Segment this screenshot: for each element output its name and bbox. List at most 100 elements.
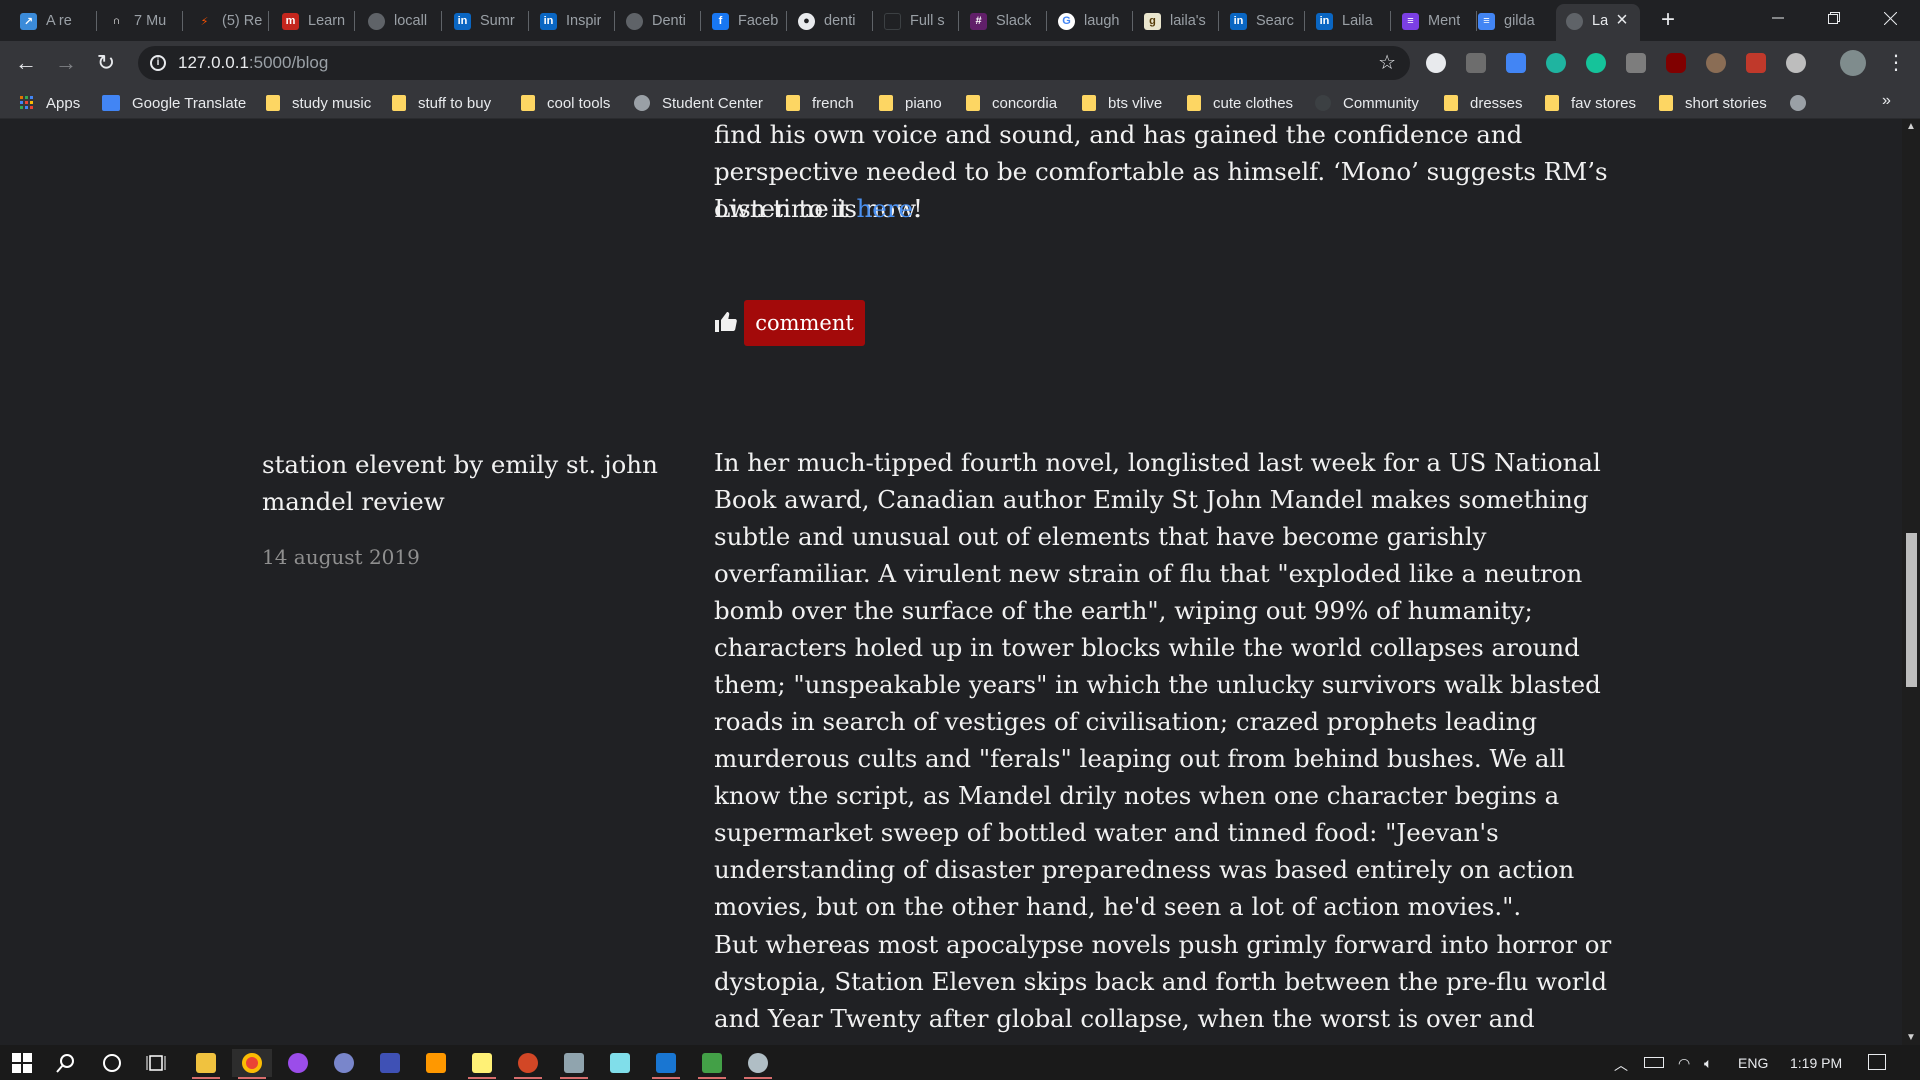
minimize-button[interactable] bbox=[1750, 0, 1806, 36]
ublock-icon[interactable] bbox=[1666, 53, 1686, 73]
extension-icon[interactable] bbox=[1426, 53, 1446, 73]
cortana-icon[interactable] bbox=[92, 1049, 132, 1077]
grammarly-icon[interactable] bbox=[1586, 53, 1606, 73]
avatar[interactable] bbox=[1840, 50, 1866, 76]
bookmark-folder-piano[interactable]: piano bbox=[879, 93, 942, 113]
wifi-icon[interactable]: ◠ bbox=[1678, 1055, 1690, 1072]
bookmark-community[interactable]: Community bbox=[1315, 93, 1419, 113]
sublime-text-icon[interactable] bbox=[416, 1049, 456, 1077]
scroll-up-icon[interactable]: ▲ bbox=[1906, 121, 1916, 132]
tab[interactable]: g laila's bbox=[1134, 8, 1214, 34]
battery-icon[interactable] bbox=[1644, 1057, 1664, 1068]
extension-icon[interactable] bbox=[1546, 53, 1566, 73]
bookmark-star-icon[interactable]: ☆ bbox=[1378, 50, 1396, 75]
books-icon[interactable] bbox=[370, 1049, 410, 1077]
post-paragraph: In her much-tipped fourth novel, longlis… bbox=[714, 448, 1601, 921]
bookmark-folder-fav-stores[interactable]: fav stores bbox=[1545, 93, 1636, 113]
network-app-icon[interactable] bbox=[554, 1049, 594, 1079]
app-icon[interactable] bbox=[600, 1049, 640, 1077]
app-icon[interactable] bbox=[324, 1049, 364, 1077]
tab[interactable]: f Faceb bbox=[702, 8, 782, 34]
extension-icon[interactable] bbox=[1746, 53, 1766, 73]
tab[interactable]: m Learn bbox=[272, 8, 352, 34]
tab[interactable]: # Slack bbox=[960, 8, 1042, 34]
notifications-icon[interactable] bbox=[1868, 1054, 1886, 1070]
post-title[interactable]: station elevent by emily st. john mandel… bbox=[262, 446, 682, 520]
forward-arrow-icon[interactable]: → bbox=[52, 49, 80, 77]
spreadsheet-icon[interactable] bbox=[692, 1049, 732, 1079]
file-explorer-icon[interactable] bbox=[186, 1049, 226, 1079]
close-tab-icon[interactable]: × bbox=[1612, 10, 1632, 30]
restore-button[interactable] bbox=[1806, 0, 1862, 36]
bookmark-folder-study-music[interactable]: study music bbox=[266, 93, 371, 113]
tab[interactable]: in Laila bbox=[1306, 8, 1386, 34]
extension-icon[interactable] bbox=[1466, 53, 1486, 73]
tab[interactable]: Glaugh bbox=[1048, 8, 1128, 34]
extension-icon[interactable] bbox=[1786, 53, 1806, 73]
tab[interactable]: ● denti bbox=[788, 8, 868, 34]
tab[interactable]: in Inspir bbox=[530, 8, 610, 34]
media-player-icon[interactable] bbox=[278, 1049, 318, 1077]
headphones-icon: ∩ bbox=[112, 15, 121, 27]
bookmark-folder-cool-tools[interactable]: cool tools bbox=[521, 93, 610, 113]
linkedin-icon: in bbox=[1230, 12, 1247, 30]
bookmark-folder-concordia[interactable]: concordia bbox=[966, 93, 1057, 113]
menu-dots-icon[interactable]: ⋮ bbox=[1886, 49, 1906, 77]
linkedin-icon: in bbox=[540, 12, 557, 30]
comment-button[interactable]: comment bbox=[744, 300, 865, 346]
sticky-notes-icon[interactable] bbox=[462, 1049, 502, 1079]
reload-icon[interactable]: ↻ bbox=[92, 49, 120, 77]
language-indicator[interactable]: ENG bbox=[1738, 1055, 1768, 1071]
tab[interactable]: ∩ 7 Mu bbox=[98, 8, 178, 34]
tab[interactable]: ↗ A re bbox=[10, 8, 90, 34]
tab[interactable]: in Searc bbox=[1220, 8, 1300, 34]
task-view-icon[interactable] bbox=[136, 1049, 176, 1077]
bookmarks-overflow-icon[interactable]: » bbox=[1882, 92, 1891, 110]
tab[interactable]: ⚡ (5) Re bbox=[186, 8, 266, 34]
bookmark-folder-short-stories[interactable]: short stories bbox=[1659, 93, 1767, 113]
folder-icon bbox=[966, 95, 980, 111]
listen-link[interactable]: here bbox=[856, 194, 913, 223]
gear-icon[interactable] bbox=[1706, 53, 1726, 73]
bookmark-folder-dresses[interactable]: dresses bbox=[1444, 93, 1523, 113]
new-tab-button[interactable]: + bbox=[1654, 6, 1682, 34]
windows-start-icon[interactable] bbox=[2, 1049, 42, 1077]
chevron-up-icon[interactable]: ︿ bbox=[1614, 1055, 1628, 1075]
clock[interactable]: 1:19 PM bbox=[1790, 1055, 1842, 1071]
extension-icon[interactable] bbox=[1626, 53, 1646, 73]
search-icon[interactable] bbox=[46, 1049, 86, 1077]
tab[interactable]: ≡ gilda bbox=[1468, 8, 1554, 34]
powerpoint-icon[interactable] bbox=[508, 1049, 548, 1079]
bookmark-folder-french[interactable]: french bbox=[786, 93, 854, 113]
tab[interactable]: in Sumr bbox=[444, 8, 524, 34]
tab[interactable]: ≡ Ment bbox=[1392, 8, 1472, 34]
back-arrow-icon[interactable]: ← bbox=[12, 49, 40, 77]
folder-icon bbox=[1082, 95, 1096, 111]
bookmark-folder-cute-clothes[interactable]: cute clothes bbox=[1187, 93, 1293, 113]
tab[interactable]: Denti bbox=[616, 8, 696, 34]
photos-icon[interactable] bbox=[646, 1049, 686, 1079]
bookmark-globe[interactable] bbox=[1790, 93, 1818, 113]
bookmark-folder-stuff-to-buy[interactable]: stuff to buy bbox=[392, 93, 491, 113]
scroll-down-icon[interactable]: ▼ bbox=[1906, 1032, 1916, 1043]
chrome-icon[interactable] bbox=[232, 1049, 272, 1079]
github-icon: ● bbox=[798, 12, 815, 30]
tab-active-label[interactable]: La bbox=[1556, 8, 1612, 34]
thumbs-up-icon[interactable] bbox=[714, 310, 738, 334]
volume-icon[interactable]: 🔈︎ bbox=[1704, 1055, 1712, 1072]
close-window-button[interactable] bbox=[1862, 0, 1918, 36]
app-icon[interactable] bbox=[738, 1049, 778, 1079]
url-text[interactable]: 127.0.0.1:5000/blog bbox=[178, 53, 328, 73]
bookmark-apps[interactable]: Apps bbox=[20, 93, 80, 113]
scrollbar-thumb[interactable] bbox=[1906, 533, 1917, 687]
bookmark-student-center[interactable]: Student Center bbox=[634, 93, 763, 113]
translate-extension-icon[interactable] bbox=[1506, 53, 1526, 73]
bookmark-folder-bts-vlive[interactable]: bts vlive bbox=[1082, 93, 1162, 113]
address-bar[interactable]: i 127.0.0.1:5000/blog ☆ bbox=[138, 46, 1410, 80]
tab[interactable]: locall bbox=[358, 8, 438, 34]
page-scrollbar[interactable]: ▲ ▼ bbox=[1902, 119, 1920, 1045]
info-icon[interactable]: i bbox=[150, 55, 166, 71]
bookmark-google-translate[interactable]: Google Translate bbox=[102, 93, 246, 113]
linkedin-icon: in bbox=[1316, 12, 1333, 30]
tab[interactable]: Full s bbox=[874, 8, 954, 34]
